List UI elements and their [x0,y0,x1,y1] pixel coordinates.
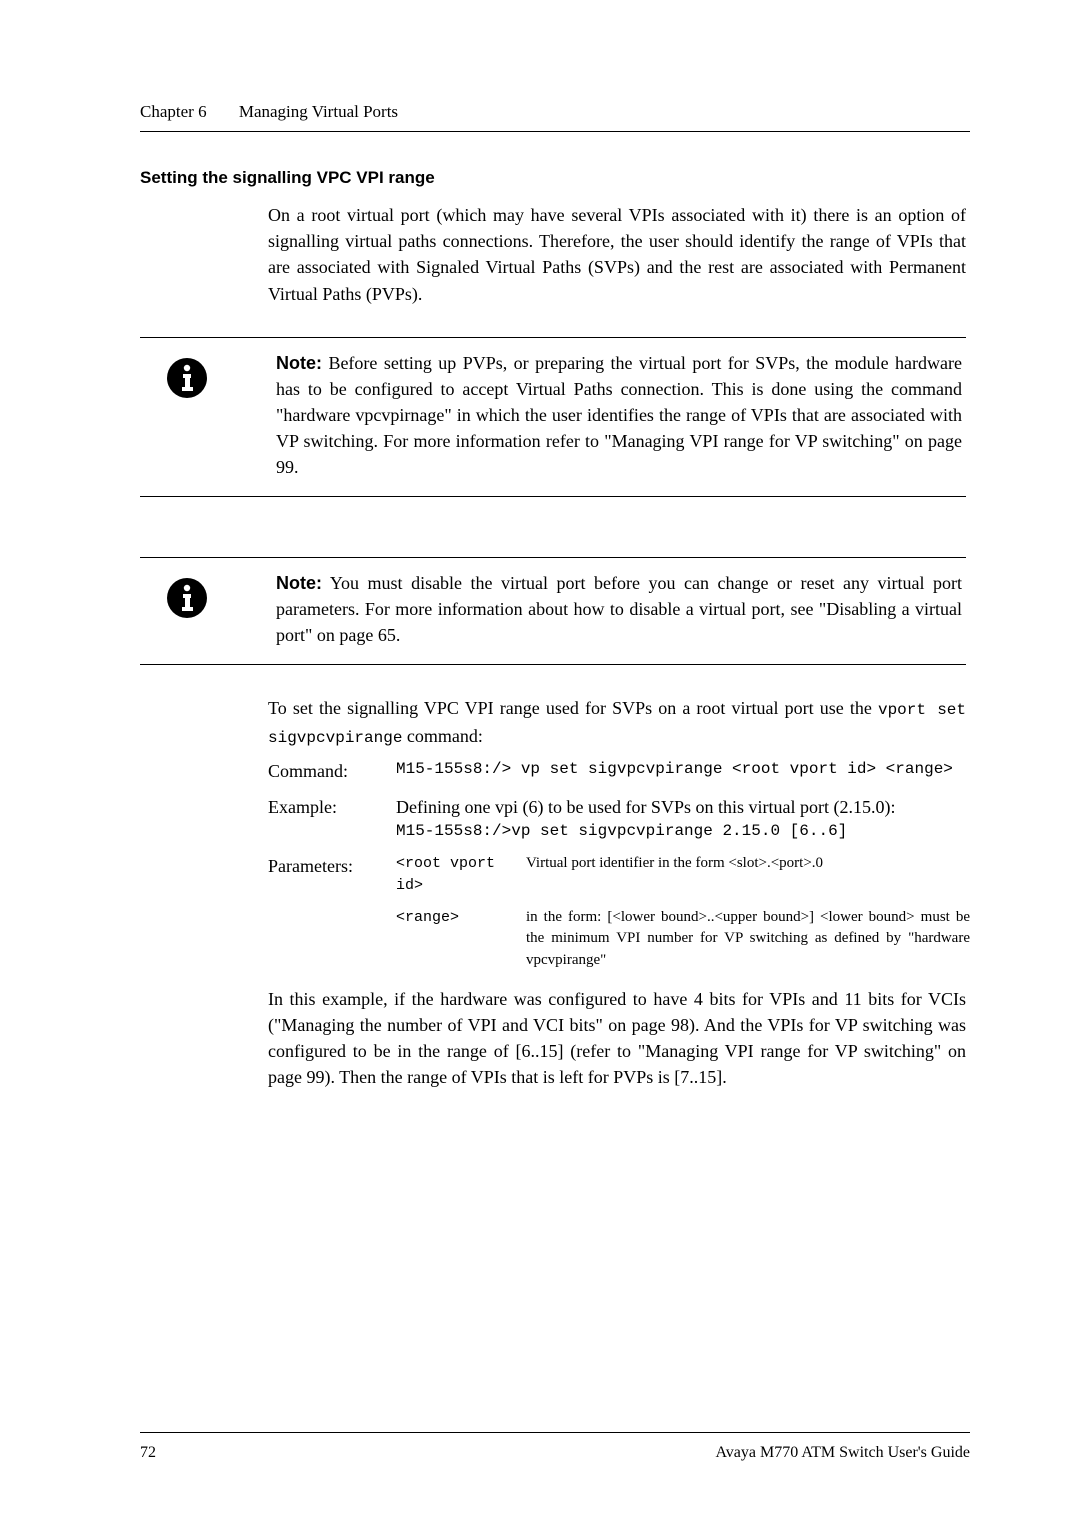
page-number: 72 [140,1441,156,1464]
note-label: Note: [276,353,322,373]
section-heading: Setting the signalling VPC VPI range [140,166,970,191]
parameters-label: Parameters: [268,853,396,897]
footer-right: Avaya M770 ATM Switch User's Guide [715,1441,970,1464]
note-block: Note: You must disable the virtual port … [140,557,966,665]
command-label: Command: [268,758,396,784]
parameter-desc: in the form: [<lower bound>..<upper boun… [526,907,970,972]
example-command: M15-155s8:/>vp set sigvpcvpirange 2.15.0… [396,820,970,843]
parameter-name: <range> [396,907,526,972]
command-text: M15-155s8:/> vp set sigvpcvpirange <root… [396,758,970,784]
parameter-row: Parameters: <root vport id> Virtual port… [268,853,970,897]
example-row: Example: Defining one vpi (6) to be used… [268,794,970,843]
parameter-row: <range> in the form: [<lower bound>..<up… [268,907,970,972]
example-intro: Defining one vpi (6) to be used for SVPs… [396,794,970,820]
parameter-desc: Virtual port identifier in the form <slo… [526,853,970,897]
chapter-title: Managing Virtual Ports [239,102,398,121]
footer-rule [140,1432,970,1433]
note-block: Note: Before setting up PVPs, or prepari… [140,337,966,497]
text-tail: command: [402,726,482,746]
info-icon [140,570,226,620]
note-label: Note: [276,573,322,593]
command-row: Command: M15-155s8:/> vp set sigvpcvpira… [268,758,970,784]
info-icon [140,350,226,400]
parameters-label-empty [268,907,396,972]
note-text: Note: You must disable the virtual port … [276,570,962,648]
text-lead: To set the signalling VPC VPI range used… [268,698,878,718]
chapter-number: Chapter 6 [140,102,207,121]
body-paragraph: On a root virtual port (which may have s… [268,202,966,306]
header-rule [140,131,970,132]
example-label: Example: [268,794,396,843]
example-content: Defining one vpi (6) to be used for SVPs… [396,794,970,843]
page-footer: 72 Avaya M770 ATM Switch User's Guide [140,1424,970,1464]
chapter-header: Chapter 6 Managing Virtual Ports [140,100,970,125]
body-paragraph: In this example, if the hardware was con… [268,986,966,1090]
parameter-name: <root vport id> [396,853,526,897]
note-text: Note: Before setting up PVPs, or prepari… [276,350,962,480]
note-body: You must disable the virtual port before… [276,573,962,645]
body-paragraph: To set the signalling VPC VPI range used… [268,695,966,749]
note-body: Before setting up PVPs, or preparing the… [276,353,962,477]
